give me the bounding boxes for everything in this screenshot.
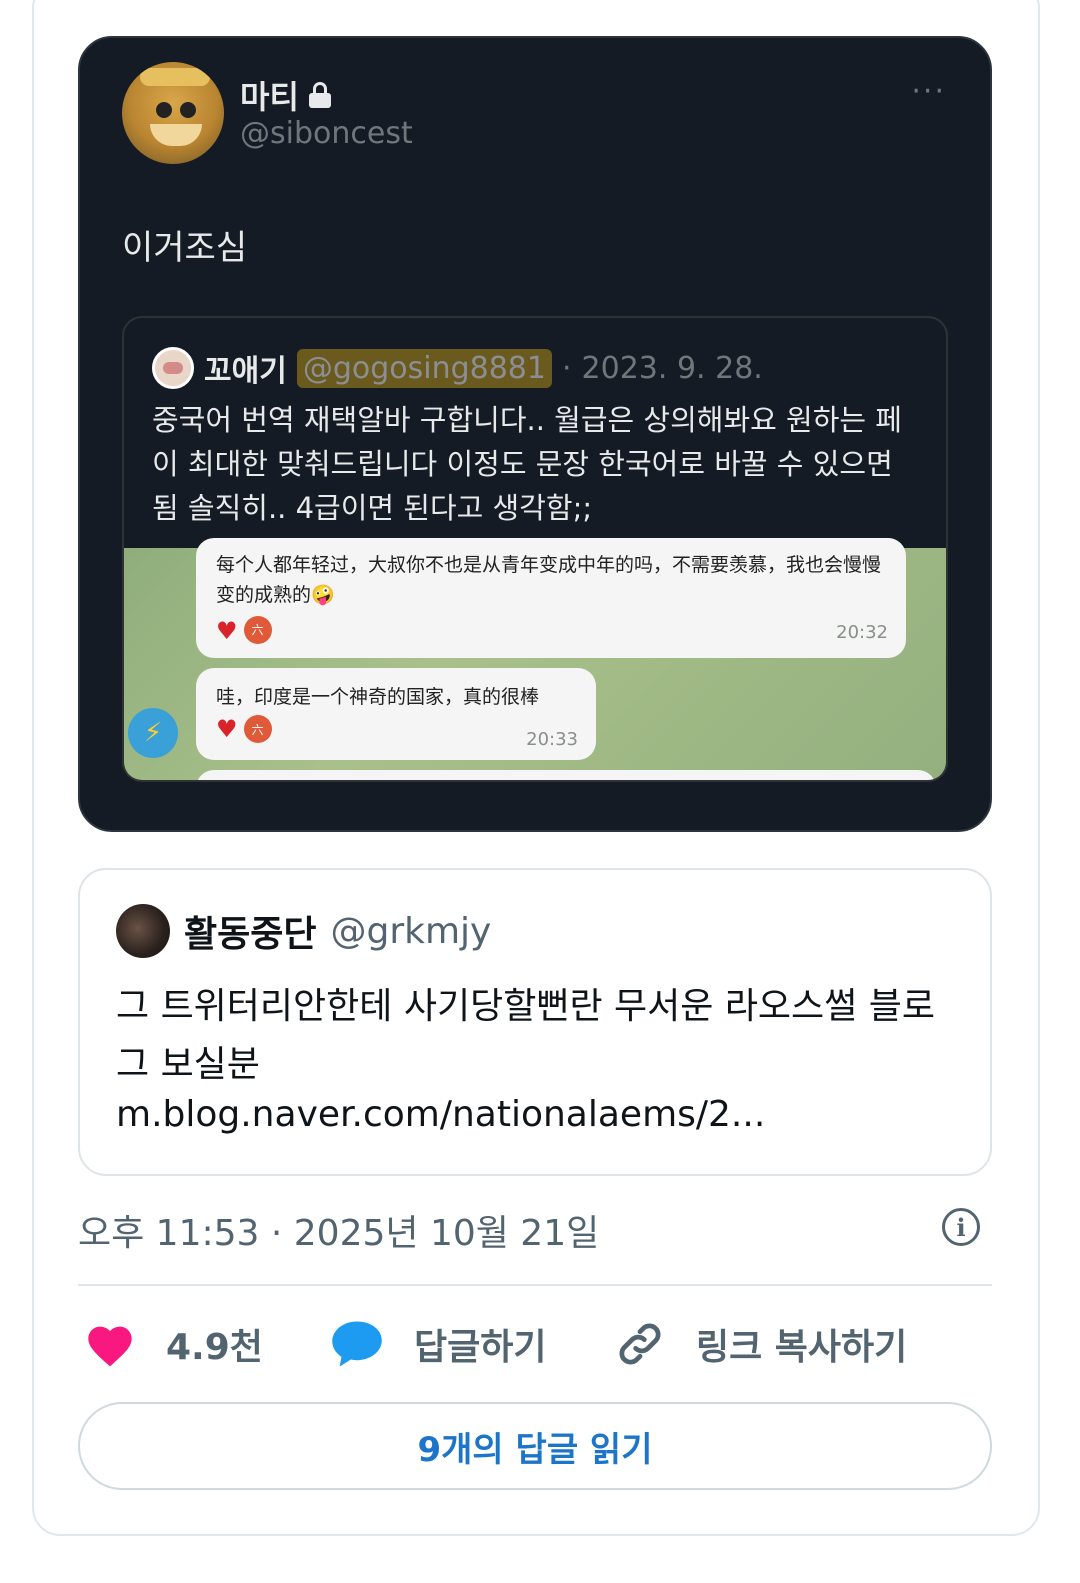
chat-screenshot: 每个人都年轻过，大叔你不也是从青年变成中年的吗，不需要羡慕，我也会慢慢变的成熟的… bbox=[124, 538, 946, 780]
reply-label: 답글하기 bbox=[414, 1327, 547, 1368]
chat-bubble-3 bbox=[196, 770, 936, 780]
quoted-header: 꼬애기 @gogosing8881 · 2023. 9. 28. bbox=[152, 346, 763, 390]
chat-message-2: 哇，印度是一个神奇的国家，真的很棒 bbox=[216, 686, 540, 708]
copy-link-button[interactable]: 링크 복사하기 bbox=[614, 1312, 907, 1376]
chat-bubble-1: 每个人都年轻过，大叔你不也是从青年变成中年的吗，不需要羡慕，我也会慢慢变的成熟的… bbox=[196, 538, 906, 658]
info-icon[interactable]: i bbox=[942, 1208, 980, 1246]
link-url[interactable]: m.blog.naver.com/nationalaems/2... bbox=[116, 1094, 765, 1135]
reaction-badge: 六 bbox=[243, 715, 272, 743]
author-handle: @siboncest bbox=[240, 116, 413, 151]
tweet-text: 이거조심 bbox=[122, 228, 248, 268]
link-author-avatar bbox=[116, 904, 170, 958]
quoted-avatar bbox=[152, 347, 194, 389]
quoted-separator: · bbox=[561, 350, 572, 386]
tweet-timestamp: 오후 11:53 · 2025년 10월 21일 bbox=[78, 1213, 600, 1254]
chat-reactions-1: ♥ 六 bbox=[216, 616, 886, 646]
action-bar: 4.9천 답글하기 링크 복사하기 bbox=[78, 1312, 992, 1376]
embedded-tweet-screenshot[interactable]: 마티 @siboncest ··· 이거조심 꼬애기 @gogosing8881… bbox=[78, 36, 992, 832]
chat-reactions-2: ♥ 六 bbox=[216, 715, 576, 743]
chat-bubble-2: 哇，印度是一个神奇的国家，真的很棒 ♥ 六 20:33 bbox=[196, 668, 596, 760]
divider bbox=[78, 1284, 992, 1286]
link-title: 그 트위터리안한테 사기당할뻔란 무서운 라오스썰 블로그 보실분 bbox=[116, 986, 935, 1085]
reaction-badge: 六 bbox=[243, 616, 272, 644]
link-author-handle: @grkmjy bbox=[330, 910, 492, 952]
lock-icon bbox=[308, 82, 331, 108]
quoted-author-name: 꼬애기 bbox=[204, 354, 287, 389]
author-name: 마티 bbox=[240, 78, 299, 116]
chat-time-2: 20:33 bbox=[526, 729, 578, 750]
read-replies-button[interactable]: 9개의 답글 읽기 bbox=[78, 1402, 992, 1490]
like-count: 4.9천 bbox=[166, 1327, 263, 1368]
author-name-row: 마티 bbox=[240, 72, 331, 118]
heart-reaction-icon: ♥ bbox=[216, 617, 238, 645]
author-avatar bbox=[122, 62, 224, 164]
heart-icon bbox=[88, 1326, 132, 1367]
link-author-row: 활동중단 @grkmjy bbox=[116, 904, 491, 958]
copy-link-label: 링크 복사하기 bbox=[696, 1327, 908, 1368]
quoted-body: 중국어 번역 재택알바 구합니다.. 월급은 상의해봐요 원하는 페이 최대한 … bbox=[152, 403, 902, 525]
link-icon bbox=[619, 1323, 661, 1365]
chat-avatar: ⚡ bbox=[128, 708, 178, 758]
chat-message-1: 每个人都年轻过，大叔你不也是从青年变成中年的吗，不需要羡慕，我也会慢慢变的成熟的… bbox=[216, 554, 882, 606]
quoted-tweet: 꼬애기 @gogosing8881 · 2023. 9. 28. 중국어 번역 … bbox=[122, 316, 948, 782]
quoted-author-handle: @gogosing8881 bbox=[296, 348, 552, 388]
reply-button[interactable]: 답글하기 bbox=[330, 1312, 546, 1376]
like-button[interactable]: 4.9천 bbox=[84, 1312, 263, 1376]
reply-bubble-icon bbox=[332, 1321, 382, 1367]
link-author-name: 활동중단 bbox=[184, 914, 317, 955]
link-preview-card[interactable]: 활동중단 @grkmjy 그 트위터리안한테 사기당할뻔란 무서운 라오스썰 블… bbox=[78, 868, 992, 1176]
heart-reaction-icon: ♥ bbox=[216, 715, 238, 743]
more-icon: ··· bbox=[911, 74, 946, 109]
quoted-date: 2023. 9. 28. bbox=[581, 350, 763, 386]
chat-time-1: 20:32 bbox=[836, 622, 888, 643]
